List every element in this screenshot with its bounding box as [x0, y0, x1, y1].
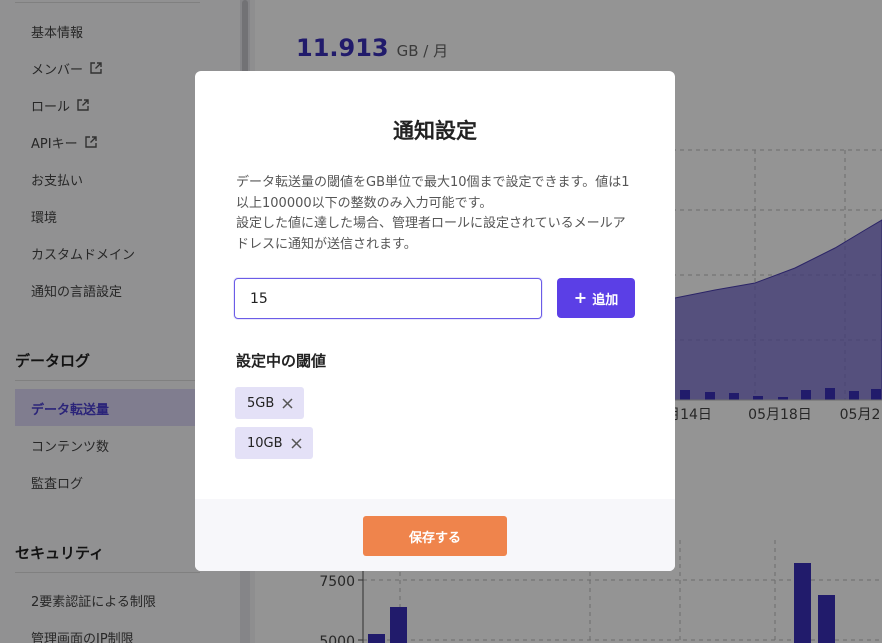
add-button-label: 追加: [592, 292, 619, 308]
threshold-tag: 5GB: [235, 387, 305, 419]
notification-settings-modal: 通知設定 データ転送量の閾値をGB単位で最大10個まで設定できます。値は1以上1…: [195, 71, 675, 571]
threshold-tag: 10GB: [235, 427, 313, 459]
plus-icon: +: [573, 288, 588, 307]
description-line: データ転送量の閾値をGB単位で最大10個まで設定できます。値は1以上100000…: [236, 175, 630, 211]
description-line: 設定した値に達した場合、管理者ロールに設定されているメールアドレスに通知が送信さ…: [236, 216, 626, 252]
threshold-tag-label: 10GB: [247, 435, 283, 451]
save-button[interactable]: 保存する: [363, 516, 507, 556]
close-icon[interactable]: [291, 437, 302, 449]
modal-description: データ転送量の閾値をGB単位で最大10個まで設定できます。値は1以上100000…: [236, 173, 636, 255]
modal-footer: 保存する: [195, 499, 675, 571]
threshold-input[interactable]: [234, 278, 542, 319]
close-icon[interactable]: [282, 397, 293, 409]
current-thresholds-heading: 設定中の閾値: [236, 352, 327, 370]
threshold-tag-label: 5GB: [247, 395, 275, 411]
add-threshold-button[interactable]: + 追加: [557, 278, 635, 318]
modal-title: 通知設定: [393, 119, 477, 143]
